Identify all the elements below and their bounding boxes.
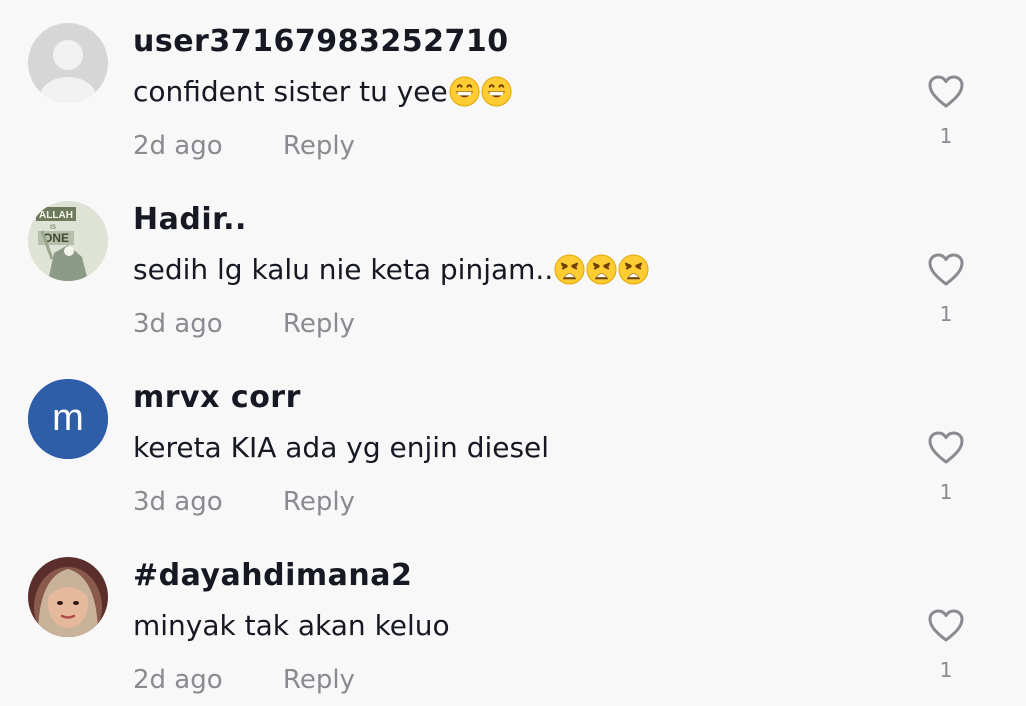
comment-text: minyak tak akan keluo [133, 609, 450, 642]
comment-meta: 3d ago Reply [133, 487, 355, 517]
heart-icon[interactable] [926, 72, 966, 112]
grin-emoji-icon [449, 76, 480, 107]
reply-button[interactable]: Reply [283, 131, 355, 161]
comment-text-content: kereta KIA ada yg enjin diesel [133, 431, 550, 464]
comment-text: kereta KIA ada yg enjin diesel [133, 431, 549, 464]
comment-timestamp: 3d ago [133, 487, 223, 517]
comment-meta: 3d ago Reply [133, 309, 355, 339]
avatar[interactable] [28, 557, 108, 637]
comment-meta: 2d ago Reply [133, 665, 355, 695]
comment-username[interactable]: mrvx corr [133, 380, 301, 415]
comment-timestamp: 2d ago [133, 665, 223, 695]
comment-item: ALLAH IS ONE Hadir.. sedih lg kalu nie k… [0, 178, 1026, 356]
comment-item: #dayahdimana2 minyak tak akan keluo 2d a… [0, 534, 1026, 706]
heart-icon[interactable] [926, 250, 966, 290]
weary-emoji-icon [554, 254, 585, 285]
weary-emoji-icon [618, 254, 649, 285]
comment-meta: 2d ago Reply [133, 131, 355, 161]
like-count: 1 [939, 124, 953, 148]
reply-button[interactable]: Reply [283, 309, 355, 339]
avatar[interactable]: ALLAH IS ONE [28, 201, 108, 281]
weary-emoji-icon [586, 254, 617, 285]
avatar[interactable]: m [28, 379, 108, 459]
like-count: 1 [939, 658, 953, 682]
comment-username[interactable]: Hadir.. [133, 202, 247, 237]
avatar-letter: m [52, 397, 84, 439]
avatar[interactable] [28, 23, 108, 103]
comment-text-content: minyak tak akan keluo [133, 609, 450, 642]
comment-timestamp: 2d ago [133, 131, 223, 161]
heart-icon[interactable] [926, 428, 966, 468]
comment-item: user37167983252710 confident sister tu y… [0, 0, 1026, 178]
avatar-text: ALLAH [39, 210, 73, 221]
like-count: 1 [939, 302, 953, 326]
comment-text: sedih lg kalu nie keta pinjam.. [133, 253, 649, 286]
heart-icon[interactable] [926, 606, 966, 646]
reply-button[interactable]: Reply [283, 665, 355, 695]
comment-text-content: confident sister tu yee [133, 75, 448, 108]
like-count: 1 [939, 480, 953, 504]
grin-emoji-icon [481, 76, 512, 107]
comment-username[interactable]: #dayahdimana2 [133, 558, 412, 593]
comment-username[interactable]: user37167983252710 [133, 24, 509, 59]
comment-timestamp: 3d ago [133, 309, 223, 339]
comment-text: confident sister tu yee [133, 75, 512, 108]
comment-item: m mrvx corr kereta KIA ada yg enjin dies… [0, 356, 1026, 534]
reply-button[interactable]: Reply [283, 487, 355, 517]
comment-text-content: sedih lg kalu nie keta pinjam.. [133, 253, 554, 286]
